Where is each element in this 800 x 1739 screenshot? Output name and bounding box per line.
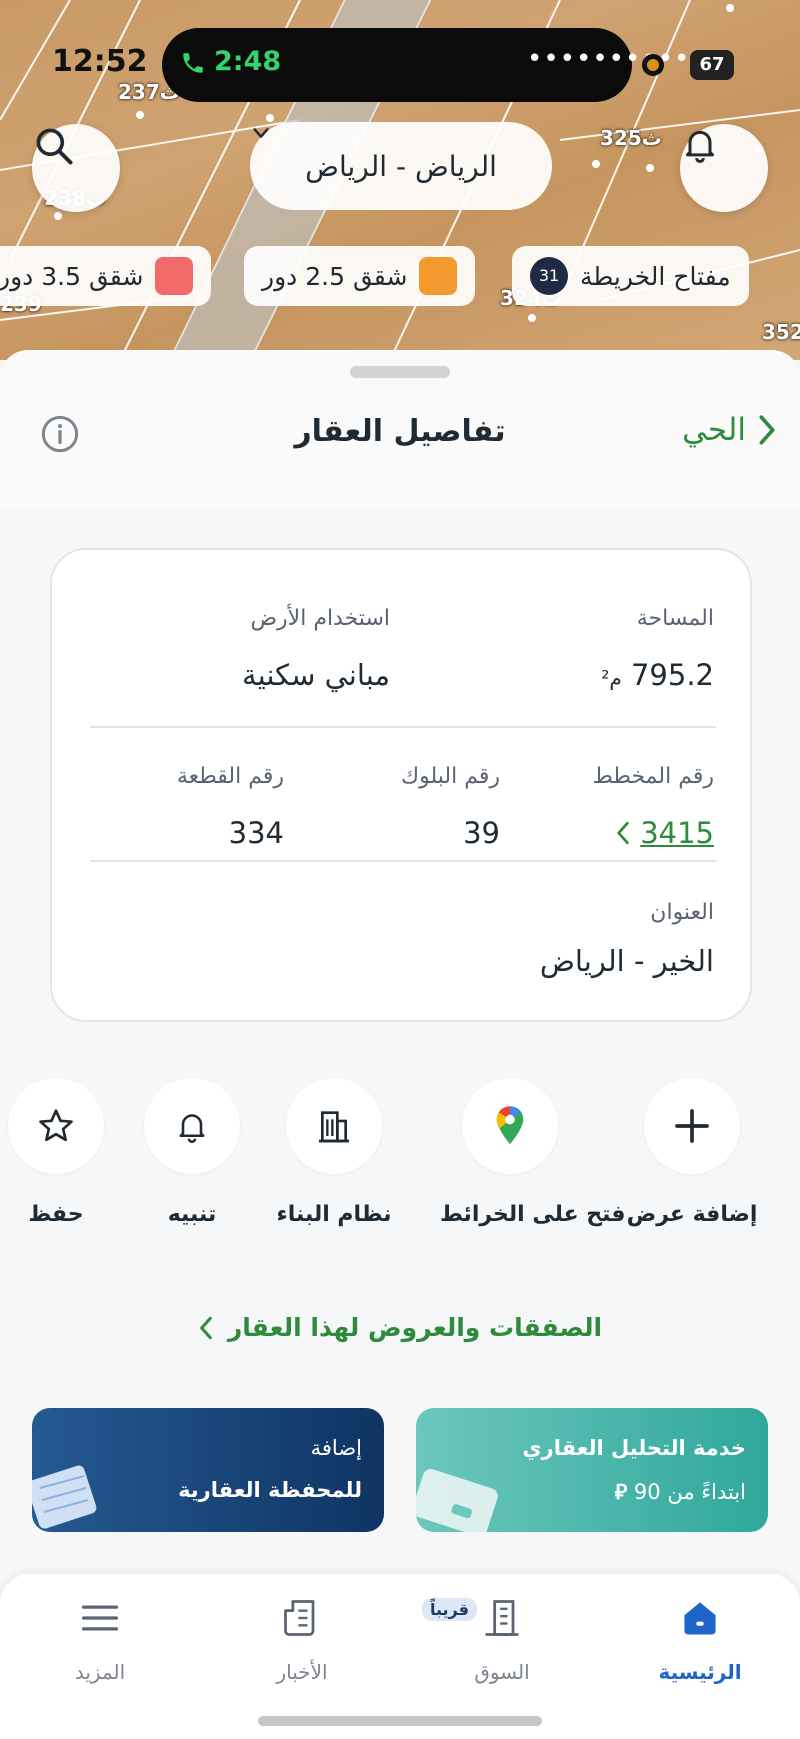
call-duration: 2:48 [214, 46, 282, 77]
page-title: تفاصيل العقار [294, 414, 506, 449]
alert-label: تنبيه [167, 1202, 217, 1227]
menu-icon [82, 1605, 119, 1631]
dynamic-island-call[interactable]: 2:48 •••••••••• [162, 28, 689, 102]
add-offer-button[interactable]: إضافة عرض [622, 1078, 762, 1227]
land-use-label: استخدام الأرض [250, 606, 390, 631]
newspaper-icon [284, 1600, 315, 1636]
add-offer-label: إضافة عرض [626, 1202, 758, 1227]
analysis-price: ابتداءً من 90 ⃁ [614, 1480, 746, 1504]
city-selector[interactable]: الرياض - الرياض [250, 122, 552, 210]
plan-number-link[interactable]: 3415 [614, 816, 714, 850]
riyal-icon: ⃁ [614, 1480, 628, 1504]
nav-home-label: الرئيسية [658, 1660, 742, 1684]
nav-more[interactable]: المزيد [20, 1590, 180, 1684]
district-link[interactable]: الحي [682, 412, 778, 448]
nav-more-label: المزيد [74, 1660, 126, 1684]
bottom-navigation: الرئيسية قريباً السوق الأخبار المزيد [0, 1574, 800, 1739]
block-number-value: 39 [463, 816, 500, 850]
save-button[interactable]: حفظ [0, 1078, 126, 1227]
block-number-label: رقم البلوك [400, 764, 500, 789]
home-indicator [258, 1716, 542, 1726]
legend-chip-2-5-floors[interactable]: شقق 2.5 دور [244, 246, 476, 306]
map-key-count: 31 [530, 257, 568, 295]
address-value: الخير - الرياض [539, 944, 714, 978]
bell-icon [144, 1078, 240, 1174]
card-illustration-icon [416, 1468, 498, 1532]
building-system-label: نظام البناء [276, 1202, 392, 1227]
waveform-icon: •••••••••• [527, 44, 691, 74]
bell-icon [686, 130, 714, 163]
nav-market[interactable]: قريباً السوق [422, 1590, 582, 1684]
legend-label: شقق 3.5 دور [0, 261, 144, 291]
battery-indicator: 67 [690, 50, 734, 80]
phone-icon [183, 53, 203, 73]
details-area: المساحة 795.2 م² استخدام الأرض مباني سكن… [0, 508, 800, 1739]
map-legend-chips: مفتاح الخريطة 31 شقق 2.5 دور شقق 3.5 دور [0, 246, 800, 306]
chevron-left-icon [617, 821, 629, 845]
notifications-button[interactable] [680, 124, 768, 212]
home-icon [684, 1602, 716, 1635]
district-link-label: الحي [682, 412, 746, 448]
nav-news[interactable]: الأخبار [222, 1590, 382, 1684]
city-selector-label: الرياض - الرياض [305, 149, 497, 183]
chevron-right-icon [759, 415, 775, 445]
open-maps-label: فتح على الخرائط [440, 1202, 626, 1227]
nav-home[interactable]: الرئيسية [620, 1590, 780, 1684]
sheet-grabber[interactable] [350, 366, 450, 378]
map-key-label: مفتاح الخريطة [580, 261, 731, 291]
google-maps-pin-icon [462, 1078, 558, 1174]
address-label: العنوان [650, 900, 714, 925]
property-info-card: المساحة 795.2 م² استخدام الأرض مباني سكن… [50, 548, 752, 1022]
portfolio-line-2: للمحفظة العقارية [178, 1478, 362, 1502]
plan-number-label: رقم المخطط [592, 764, 714, 789]
nav-news-label: الأخبار [276, 1660, 328, 1684]
property-details-sheet: تفاصيل العقار الحي المساحة 795.2 م² استخ… [0, 350, 800, 1739]
legend-swatch-orange [419, 257, 458, 295]
analysis-title: خدمة التحليل العقاري [522, 1436, 746, 1460]
search-button[interactable] [32, 124, 120, 212]
deals-offers-label: الصفقات والعروض لهذا العقار [227, 1313, 603, 1342]
coming-soon-badge: قريباً [422, 1598, 477, 1621]
area-label: المساحة [636, 606, 714, 631]
divider [90, 860, 716, 862]
legend-chip-3-5-floors[interactable]: شقق 3.5 دور [0, 246, 212, 306]
portfolio-line-1: إضافة [310, 1436, 362, 1460]
status-time: 12:52 [52, 44, 148, 79]
save-label: حفظ [28, 1202, 84, 1227]
sheet-header: تفاصيل العقار الحي [0, 390, 800, 480]
star-icon [8, 1078, 104, 1174]
plot-label-352[interactable]: 352 [762, 320, 800, 344]
legend-label: شقق 2.5 دور [262, 261, 408, 291]
divider [90, 726, 716, 728]
plot-label-325[interactable]: 325ث [600, 126, 662, 150]
open-maps-button[interactable]: فتح على الخرائط [440, 1078, 626, 1227]
add-to-portfolio-card[interactable]: إضافة للمحفظة العقارية [32, 1408, 384, 1532]
alert-button[interactable]: تنبيه [122, 1078, 262, 1227]
real-estate-analysis-card[interactable]: خدمة التحليل العقاري ابتداءً من 90 ⃁ [416, 1408, 768, 1532]
map-view[interactable]: 237ث 238ث 325ث 324ث 239 352 12:52 2:48 •… [0, 0, 800, 360]
area-value: 795.2 م² [601, 658, 714, 692]
plot-number-value: 334 [228, 816, 284, 850]
nav-market-label: السوق [474, 1660, 530, 1684]
search-icon [36, 128, 73, 165]
legend-swatch-red [155, 257, 194, 295]
portfolio-illustration-icon [32, 1465, 97, 1529]
building-icon [286, 1078, 382, 1174]
plot-number-label: رقم القطعة [176, 764, 284, 789]
plus-icon [644, 1078, 740, 1174]
building-icon [485, 1600, 519, 1636]
recording-indicator-icon [642, 54, 664, 76]
deals-offers-link[interactable]: الصفقات والعروض لهذا العقار [0, 1313, 800, 1342]
chevron-down-icon [253, 128, 269, 138]
building-system-button[interactable]: نظام البناء [264, 1078, 404, 1227]
map-key-chip[interactable]: مفتاح الخريطة 31 [512, 246, 749, 306]
chevron-left-icon [200, 1316, 212, 1339]
land-use-value: مباني سكنية [242, 658, 390, 692]
